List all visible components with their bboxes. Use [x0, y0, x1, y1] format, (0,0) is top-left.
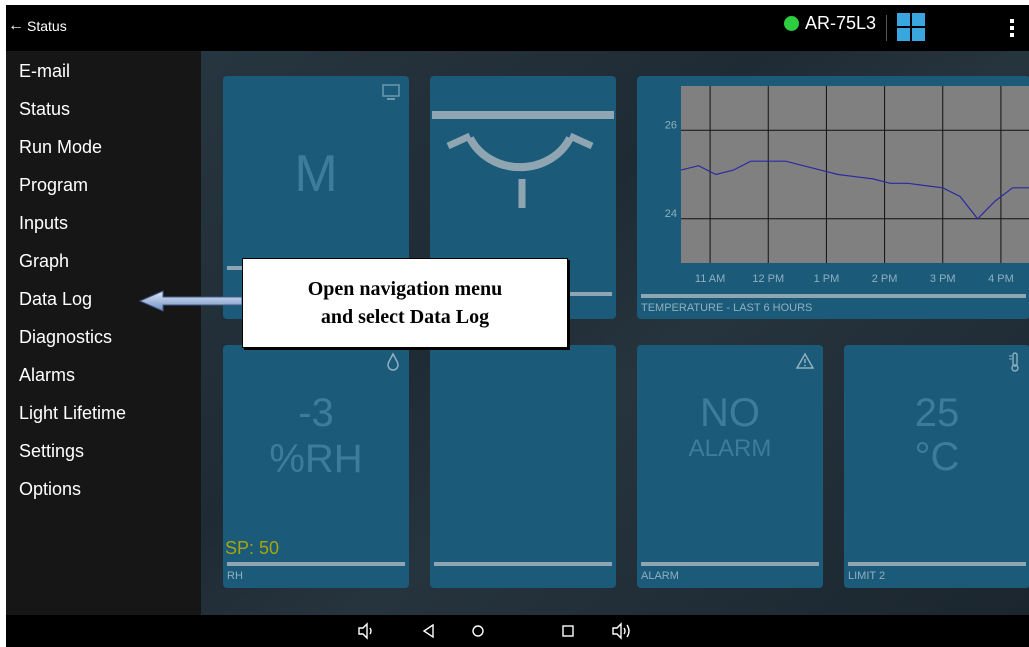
callout-line-1: Open navigation menu: [307, 278, 503, 300]
callout-line-2: and select Data Log: [320, 306, 490, 328]
instruction-callout: Open navigation menu and select Data Log: [242, 258, 568, 348]
